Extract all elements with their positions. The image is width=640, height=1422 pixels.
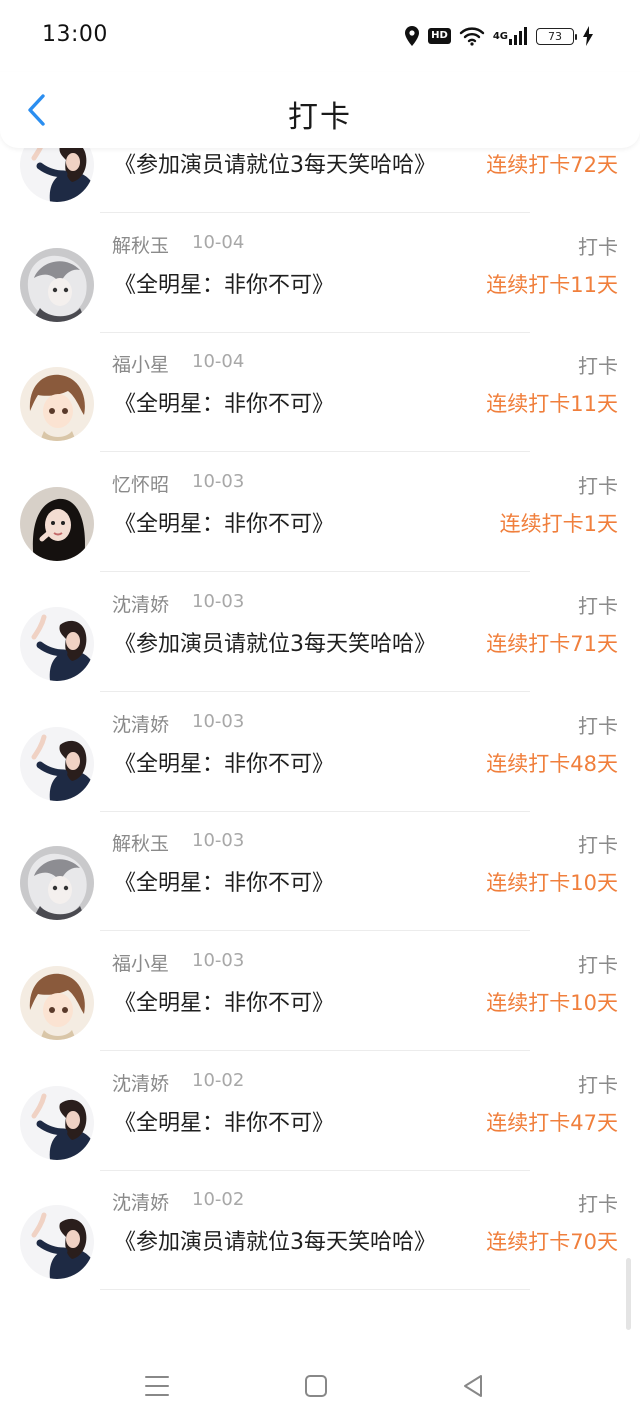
checkin-label: 打卡 (578, 952, 618, 977)
streak-count: 连续打卡11天 (486, 392, 618, 417)
checkin-date: 10-03 (192, 830, 245, 852)
streak-count: 连续打卡70天 (486, 1230, 618, 1255)
list-item[interactable]: 解秋玉 10-04 打卡《全明星：非你不可》 连续打卡11天 (0, 225, 640, 345)
show-title: 《参加演员请就位3每天笑哈哈》 (114, 153, 436, 178)
list-item[interactable]: 沈清娇 10-03 打卡《参加演员请就位3每天笑哈哈》 连续打卡71天 (0, 584, 640, 704)
system-nav-bar (0, 1348, 640, 1422)
row-divider (100, 690, 530, 692)
battery-icon: 73 (536, 27, 577, 45)
streak-count: 连续打卡47天 (486, 1110, 618, 1135)
avatar[interactable] (20, 248, 94, 322)
user-name: 福小星 (112, 354, 170, 377)
show-title: 《全明星：非你不可》 (114, 751, 335, 777)
show-title: 《全明星：非你不可》 (114, 990, 335, 1016)
show-title: 《参加演员请就位3每天笑哈哈》 (114, 1230, 436, 1256)
list-item[interactable]: 福小星 10-04 打卡《全明星：非你不可》 连续打卡11天 (0, 344, 640, 464)
avatar[interactable] (20, 487, 94, 561)
streak-count: 连续打卡10天 (486, 990, 618, 1015)
streak-count: 连续打卡72天 (486, 153, 618, 177)
list-item[interactable]: 沈清娇 10-02 打卡《参加演员请就位3每天笑哈哈》 连续打卡70天 (0, 1182, 640, 1302)
checkin-date: 10-04 (192, 351, 245, 373)
checkin-date: 10-04 (192, 231, 245, 253)
show-title: 《全明星：非你不可》 (114, 272, 335, 298)
row-divider (100, 1169, 530, 1171)
streak-count: 连续打卡1天 (499, 512, 618, 537)
show-title: 《全明星：非你不可》 (114, 871, 335, 897)
list-item[interactable]: 忆怀昭 10-03 打卡《全明星：非你不可》 连续打卡1天 (0, 464, 640, 584)
checkin-label: 打卡 (578, 1192, 618, 1217)
row-divider (100, 331, 530, 333)
row-divider (100, 571, 530, 573)
checkin-label: 打卡 (578, 1072, 618, 1097)
show-title: 《全明星：非你不可》 (114, 392, 335, 418)
checkin-label: 打卡 (578, 474, 618, 499)
avatar[interactable] (20, 846, 94, 920)
user-name: 解秋玉 (112, 234, 170, 257)
row-divider (100, 1289, 530, 1291)
avatar[interactable] (20, 727, 94, 801)
avatar[interactable] (20, 1205, 94, 1279)
avatar[interactable] (20, 607, 94, 681)
menu-icon (145, 1376, 169, 1396)
row-divider (100, 1049, 530, 1051)
show-title: 《全明星：非你不可》 (114, 512, 335, 538)
user-name: 沈清娇 (112, 1072, 170, 1095)
hd-icon: HD (428, 28, 451, 44)
user-name: 沈清娇 (112, 593, 170, 616)
signal-icon: 4G (493, 26, 528, 46)
charging-icon (582, 26, 594, 46)
checkin-date: 10-03 (192, 710, 245, 732)
checkin-label: 打卡 (578, 234, 618, 259)
checkin-date: 10-03 (192, 471, 245, 493)
status-icons: HD 4G 73 (404, 22, 594, 50)
show-title: 《参加演员请就位3每天笑哈哈》 (114, 631, 436, 657)
list-item[interactable]: 解秋玉 10-03 打卡《全明星：非你不可》 连续打卡10天 (0, 823, 640, 943)
home-square-icon (305, 1375, 327, 1397)
row-divider (100, 810, 530, 812)
checkin-label: 打卡 (578, 593, 618, 618)
battery-level: 73 (548, 29, 562, 43)
user-name: 沈清娇 (112, 713, 170, 736)
checkin-date: 10-02 (192, 1069, 245, 1091)
avatar[interactable] (20, 367, 94, 441)
status-time: 13:00 (42, 22, 108, 47)
row-divider (100, 451, 530, 453)
checkin-label: 打卡 (578, 354, 618, 379)
checkin-label: 打卡 (578, 833, 618, 858)
checkin-date: 10-02 (192, 1189, 245, 1211)
list-item[interactable]: 沈清娇10-04打卡《参加演员请就位3每天笑哈哈》连续打卡72天 (0, 148, 640, 225)
avatar[interactable] (20, 966, 94, 1040)
wifi-icon (459, 26, 485, 46)
home-button[interactable] (296, 1370, 336, 1402)
checkin-date: 10-03 (192, 949, 245, 971)
checkin-list[interactable]: 沈清娇10-04打卡《参加演员请就位3每天笑哈哈》连续打卡72天解秋玉10-04… (0, 148, 640, 1348)
back-nav-button[interactable] (453, 1370, 493, 1402)
row-divider (100, 212, 530, 213)
user-name: 忆怀昭 (112, 474, 170, 497)
user-name: 沈清娇 (112, 1192, 170, 1215)
checkin-date: 10-03 (192, 590, 245, 612)
streak-count: 连续打卡11天 (486, 272, 618, 297)
menu-button[interactable] (137, 1370, 177, 1402)
row-divider (100, 930, 530, 932)
page-title: 打卡 (288, 100, 352, 135)
streak-count: 连续打卡71天 (486, 631, 618, 656)
scrollbar[interactable] (626, 1258, 631, 1330)
list-item[interactable]: 沈清娇 10-02 打卡《全明星：非你不可》 连续打卡47天 (0, 1063, 640, 1183)
user-name: 福小星 (112, 952, 170, 975)
avatar[interactable] (20, 148, 94, 202)
user-name: 解秋玉 (112, 833, 170, 856)
streak-count: 连续打卡48天 (486, 751, 618, 776)
back-triangle-icon (464, 1375, 482, 1397)
status-bar: 13:00 HD 4G 73 (0, 0, 640, 72)
list-item[interactable]: 福小星 10-03 打卡《全明星：非你不可》 连续打卡10天 (0, 943, 640, 1063)
show-title: 《全明星：非你不可》 (114, 1110, 335, 1136)
location-icon (404, 25, 420, 47)
page-header: 打卡 (0, 72, 640, 148)
list-item[interactable]: 沈清娇 10-03 打卡《全明星：非你不可》 连续打卡48天 (0, 704, 640, 824)
streak-count: 连续打卡10天 (486, 871, 618, 896)
checkin-label: 打卡 (578, 713, 618, 738)
avatar[interactable] (20, 1086, 94, 1160)
network-type-label: 4G (492, 30, 508, 42)
